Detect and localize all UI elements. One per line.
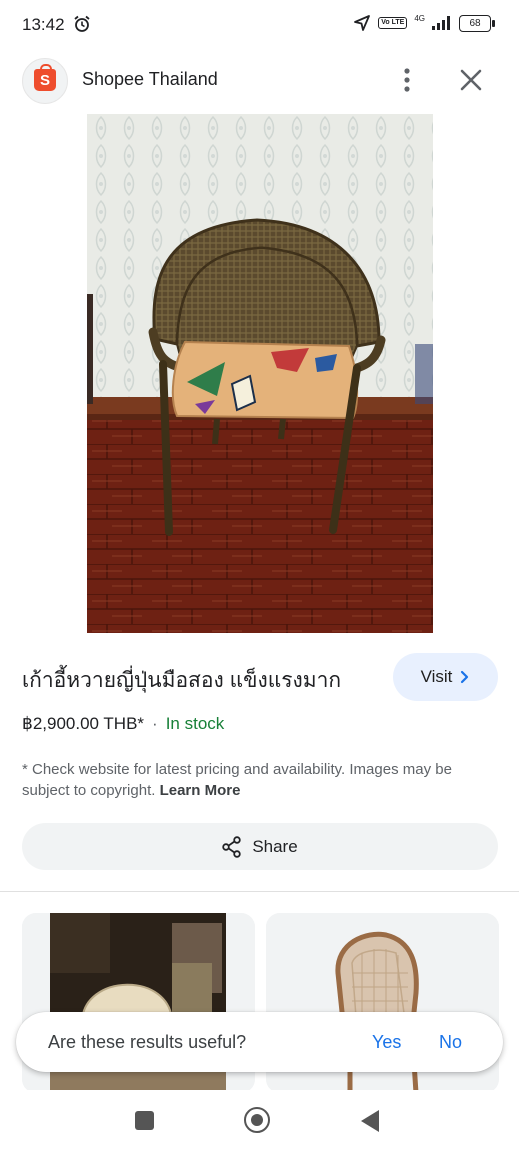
home-icon[interactable] — [244, 1107, 270, 1133]
visit-button[interactable]: Visit — [393, 653, 498, 701]
separator: · — [152, 714, 158, 733]
product-title: เก้าอี้หวายญี่ปุ่นมือสอง แข็งแรงมาก — [22, 669, 342, 692]
visit-label: Visit — [420, 667, 453, 686]
alarm-icon — [74, 15, 90, 32]
chevron-right-icon — [461, 670, 469, 684]
price-row: ฿2,900.00 THB* · In stock — [22, 714, 224, 734]
site-name[interactable]: Shopee Thailand — [82, 69, 218, 90]
more-options-icon[interactable] — [393, 64, 421, 96]
recents-icon[interactable] — [135, 1111, 154, 1130]
shopee-logo: S — [22, 58, 68, 104]
disclaimer: * Check website for latest pricing and a… — [22, 759, 498, 801]
learn-more-link[interactable]: Learn More — [160, 782, 241, 799]
back-icon[interactable] — [361, 1110, 379, 1132]
navigation-bar — [0, 1090, 519, 1152]
shopee-bag-icon: S — [34, 64, 56, 91]
result-header: S Shopee Thailand — [0, 52, 519, 108]
status-bar: 13:42 Vo LTE 4G 68 — [0, 0, 519, 52]
signal-icon — [432, 16, 450, 30]
feedback-question: Are these results useful? — [48, 1032, 247, 1052]
price: ฿2,900.00 THB* — [22, 714, 145, 733]
status-time: 13:42 — [22, 15, 65, 34]
share-label: Share — [252, 836, 298, 856]
close-icon[interactable] — [455, 64, 487, 96]
share-button[interactable]: Share — [22, 823, 498, 870]
feedback-no-button[interactable]: No — [439, 1032, 462, 1053]
product-image[interactable] — [87, 114, 433, 633]
volte-icon: Vo LTE — [378, 17, 408, 29]
battery-icon: 68 — [459, 14, 495, 32]
network-type: 4G — [414, 13, 425, 23]
divider — [0, 891, 519, 892]
availability: In stock — [165, 714, 225, 733]
feedback-yes-button[interactable]: Yes — [372, 1032, 401, 1053]
feedback-bar: Are these results useful? Yes No — [16, 1012, 503, 1072]
share-icon — [222, 835, 242, 858]
location-arrow-icon — [354, 15, 371, 31]
